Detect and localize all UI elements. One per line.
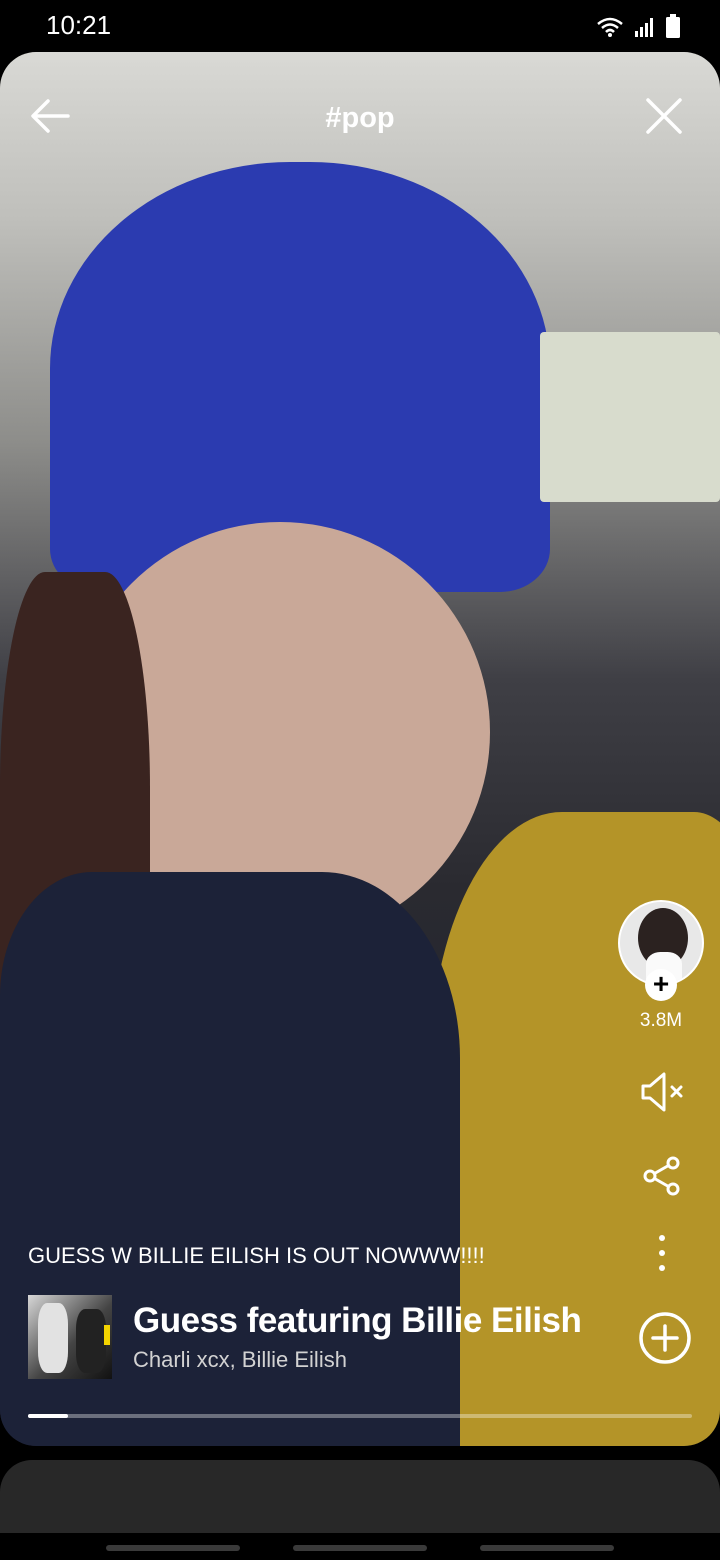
mute-button[interactable] <box>640 1070 686 1114</box>
track-title[interactable]: Guess featuring Billie Eilish <box>133 1301 582 1341</box>
nav-recent-button[interactable] <box>106 1545 240 1551</box>
more-button[interactable] <box>654 1233 670 1273</box>
signal-icon <box>635 18 653 37</box>
track-artist[interactable]: Charli xcx, Billie Eilish <box>133 1347 347 1373</box>
like-count: 3.8M <box>639 1010 683 1031</box>
add-to-library-button[interactable] <box>638 1311 692 1365</box>
follow-button[interactable]: + <box>645 969 677 1001</box>
share-button[interactable] <box>641 1155 683 1197</box>
top-bar: #pop <box>0 52 720 182</box>
video-caption: GUESS W BILLIE EILISH IS OUT NOWWW!!!! <box>28 1243 485 1268</box>
page-title: #pop <box>325 102 395 134</box>
status-bar: 10:21 <box>0 0 720 52</box>
close-button[interactable] <box>644 96 684 136</box>
system-nav-bar <box>0 1533 720 1560</box>
video-card[interactable]: #pop + 3.8M GUESS W BILLIE EILISH IS OUT… <box>0 52 720 1446</box>
wifi-icon <box>597 17 623 37</box>
nav-back-button[interactable] <box>480 1545 614 1551</box>
progress-bar[interactable] <box>28 1414 692 1418</box>
battery-icon <box>666 14 680 38</box>
status-time: 10:21 <box>46 10 112 40</box>
nav-home-button[interactable] <box>293 1545 427 1551</box>
track-row[interactable]: Guess featuring Billie Eilish Charli xcx… <box>28 1295 692 1381</box>
progress-fill <box>28 1414 68 1418</box>
status-icons <box>596 14 680 38</box>
video-window-shape <box>540 332 720 502</box>
album-cover[interactable] <box>28 1295 112 1379</box>
